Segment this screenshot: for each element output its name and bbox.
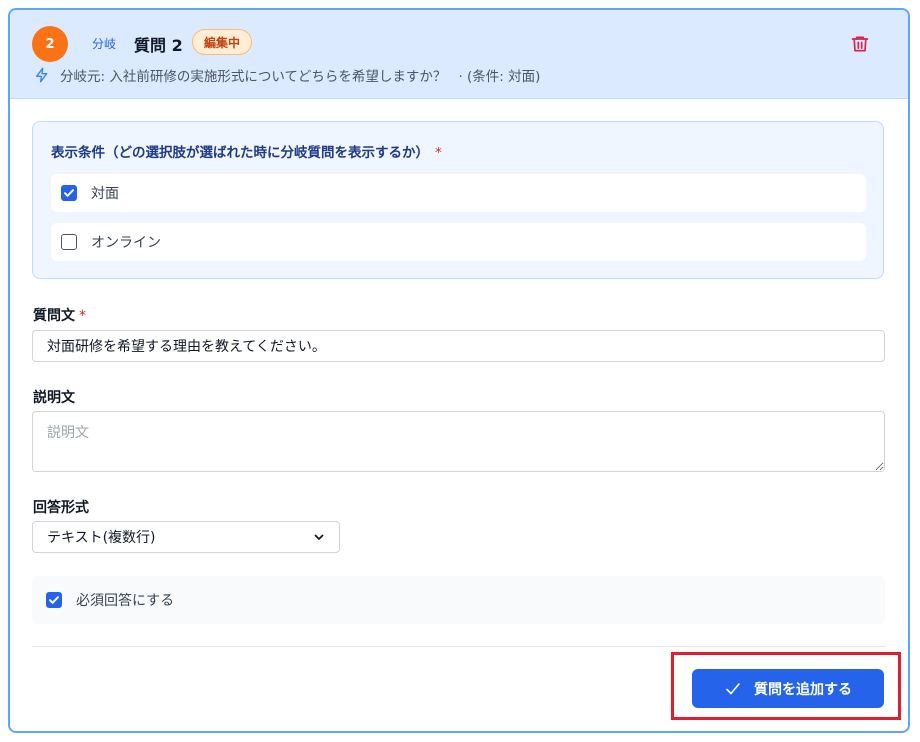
question-card: 2 分岐 質問 2 編集中 分岐元: 入社前研修の実施形式についてどちらを希望し… bbox=[8, 8, 910, 733]
condition-option-taimen[interactable]: 対面 bbox=[51, 174, 866, 212]
question-number-badge: 2 bbox=[32, 26, 68, 62]
description-label: 説明文 bbox=[33, 390, 75, 406]
condition-checkbox-taimen[interactable] bbox=[61, 185, 77, 201]
check-icon bbox=[724, 680, 742, 698]
answer-format-label: 回答形式 bbox=[33, 500, 89, 516]
answer-format-selected: テキスト(複数行) bbox=[47, 530, 156, 546]
add-question-button[interactable]: 質問を追加する bbox=[692, 669, 884, 708]
branch-condition-text: · (条件: 対面) bbox=[458, 69, 541, 85]
status-badge: 編集中 bbox=[192, 29, 252, 55]
check-icon bbox=[49, 596, 59, 604]
required-answer-label: 必須回答にする bbox=[76, 593, 175, 609]
question-text-label: 質問文 * bbox=[33, 305, 86, 325]
question-card-header: 2 分岐 質問 2 編集中 分岐元: 入社前研修の実施形式についてどちらを希望し… bbox=[10, 10, 908, 99]
question-text-input[interactable] bbox=[32, 330, 885, 362]
check-icon bbox=[64, 189, 74, 197]
required-answer-checkbox[interactable] bbox=[46, 592, 62, 608]
condition-option-label: オンライン bbox=[91, 235, 161, 251]
question-title: 質問 2 bbox=[134, 36, 183, 55]
answer-format-select[interactable]: テキスト(複数行) bbox=[32, 521, 340, 553]
description-textarea[interactable] bbox=[32, 411, 885, 472]
add-question-label: 質問を追加する bbox=[754, 681, 852, 698]
chevron-down-icon bbox=[314, 534, 324, 540]
divider bbox=[32, 646, 885, 647]
condition-checkbox-online[interactable] bbox=[61, 234, 77, 250]
display-condition-panel: 表示条件（どの選択肢が選ばれた時に分岐質問を表示するか） * 対面 オンライン bbox=[32, 121, 884, 279]
required-answer-toggle[interactable]: 必須回答にする bbox=[32, 576, 885, 624]
condition-option-label: 対面 bbox=[91, 186, 119, 202]
branch-tag: 分岐 bbox=[92, 37, 117, 51]
required-mark: * bbox=[79, 308, 86, 324]
display-condition-title: 表示条件（どの選択肢が選ばれた時に分岐質問を表示するか） * bbox=[51, 141, 442, 161]
delete-question-button[interactable] bbox=[848, 32, 872, 56]
branch-source-text: 分岐元: 入社前研修の実施形式についてどちらを希望しますか？ bbox=[60, 69, 447, 85]
branch-source-line: 分岐元: 入社前研修の実施形式についてどちらを希望しますか？ · (条件: 対面… bbox=[34, 65, 540, 85]
trash-icon bbox=[851, 36, 869, 52]
condition-option-online[interactable]: オンライン bbox=[51, 223, 866, 261]
question-text-label-text: 質問文 bbox=[33, 308, 75, 324]
required-mark: * bbox=[435, 145, 442, 161]
display-condition-title-text: 表示条件（どの選択肢が選ばれた時に分岐質問を表示するか） bbox=[51, 145, 429, 161]
lightning-icon bbox=[36, 67, 48, 83]
